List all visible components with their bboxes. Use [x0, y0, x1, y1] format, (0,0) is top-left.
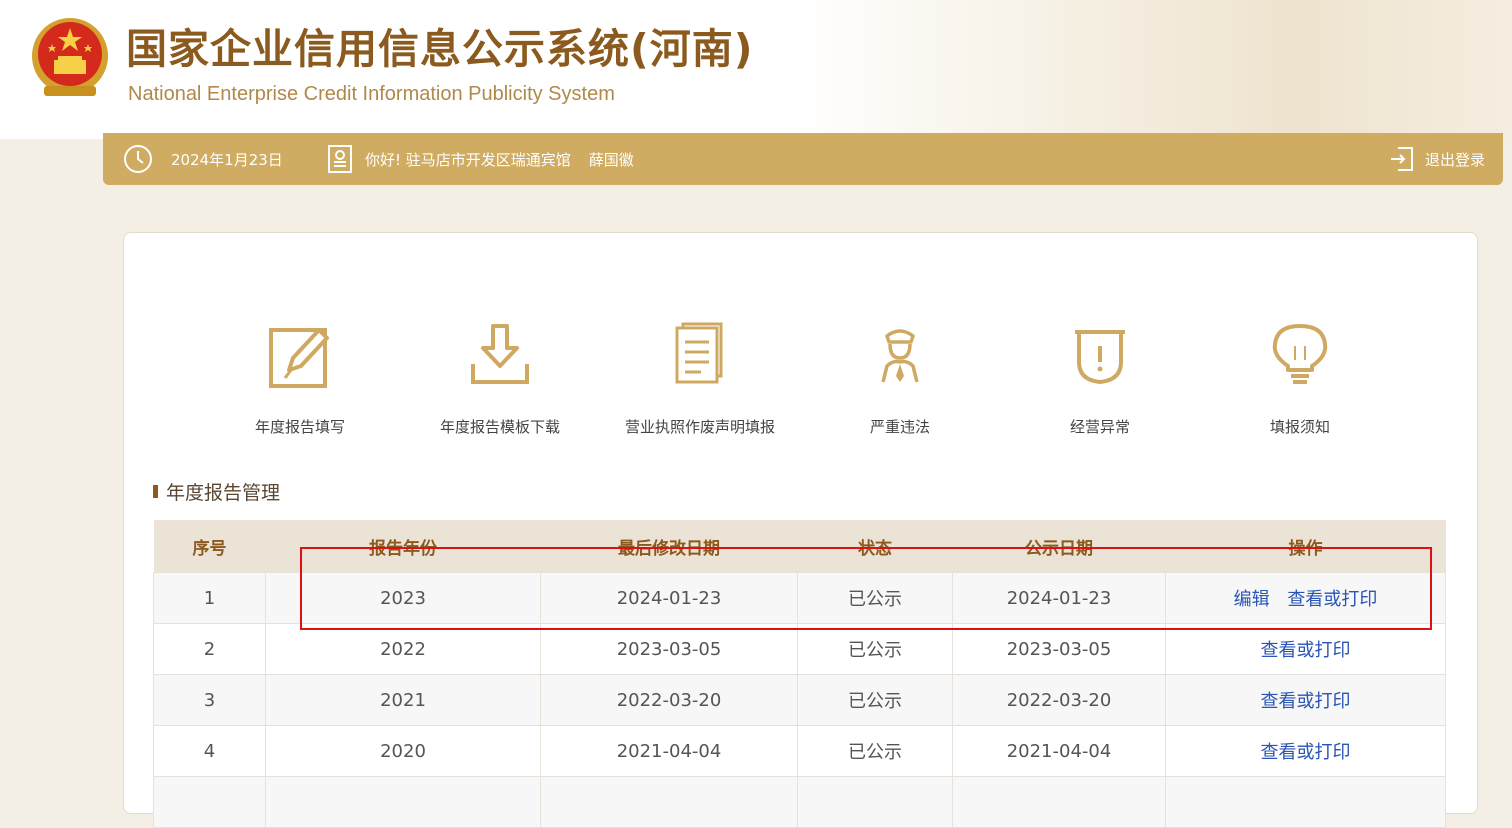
user-name: 薛国徽 [588, 150, 634, 169]
section-title: 年度报告管理 [153, 478, 280, 504]
download-icon [471, 324, 529, 384]
column-header-year: 报告年份 [265, 520, 541, 573]
table-header-row: 序号 报告年份 最后修改日期 状态 公示日期 操作 [153, 520, 1446, 573]
quick-action-label: 严重违法 [869, 418, 930, 436]
cell-status: 已公示 [797, 623, 953, 675]
cell-no: 1 [153, 572, 266, 624]
header-mountain-background [792, 0, 1512, 139]
column-header-actions: 操作 [1165, 520, 1446, 573]
column-header-status: 状态 [797, 520, 953, 573]
quick-action-annual-report-fill[interactable]: 年度报告填写 [200, 320, 400, 440]
document-icon [675, 322, 723, 384]
cell-actions: 查看或打印 [1165, 623, 1446, 675]
cell-status: 已公示 [797, 674, 953, 726]
quick-action-label: 营业执照作废声明填报 [624, 418, 775, 436]
cell-year: 2021 [265, 674, 541, 726]
quick-action-label: 年度报告填写 [254, 418, 345, 436]
cell-year: 2020 [265, 725, 541, 777]
cell-status: 已公示 [797, 725, 953, 777]
cell-modified: 2023-03-05 [540, 623, 798, 675]
annual-report-table: 序号 报告年份 最后修改日期 状态 公示日期 操作 1 2023 2024-01… [153, 520, 1446, 828]
column-header-no: 序号 [153, 520, 266, 573]
table-row: 1 2023 2024-01-23 已公示 2024-01-23 编辑 查看或打… [153, 572, 1446, 624]
logout-label: 退出登录 [1424, 150, 1485, 169]
site-subtitle: National Enterprise Credit Information P… [128, 83, 615, 105]
quick-action-serious-violation[interactable]: 严重违法 [800, 320, 1000, 440]
cell-published: 2021-04-04 [952, 725, 1166, 777]
view-print-link[interactable]: 查看或打印 [1261, 691, 1351, 712]
cell-no: 3 [153, 674, 266, 726]
cell-modified: 2024-01-23 [540, 572, 798, 624]
cell-year: 2023 [265, 572, 541, 624]
section-title-text: 年度报告管理 [166, 481, 281, 504]
quick-action-filing-notice[interactable]: 填报须知 [1200, 320, 1400, 440]
logout-icon [1390, 147, 1413, 171]
logout-button[interactable]: 退出登录 [1389, 133, 1485, 185]
quick-action-label: 年度报告模板下载 [439, 418, 560, 436]
quick-action-label: 经营异常 [1069, 418, 1130, 436]
national-emblem-icon [32, 18, 108, 96]
quick-action-business-abnormal[interactable]: 经营异常 [1000, 320, 1200, 440]
cell-year: 2022 [265, 623, 541, 675]
view-print-link[interactable]: 查看或打印 [1261, 742, 1351, 763]
view-print-link[interactable]: 查看或打印 [1261, 640, 1351, 661]
table-row: 3 2021 2022-03-20 已公示 2022-03-20 查看或打印 [153, 674, 1446, 726]
cell-actions: 编辑 查看或打印 [1165, 572, 1446, 624]
quick-action-template-download[interactable]: 年度报告模板下载 [400, 320, 600, 440]
date-display: 2024年1月23日 [123, 133, 283, 185]
site-header: 国家企业信用信息公示系统(河南) National Enterprise Cre… [0, 0, 1512, 139]
current-date: 2024年1月23日 [171, 150, 283, 169]
table-row: 4 2020 2021-04-04 已公示 2021-04-04 查看或打印 [153, 725, 1446, 777]
lightbulb-icon [1272, 324, 1328, 384]
user-card-icon [328, 145, 352, 173]
alert-icon [1075, 330, 1125, 385]
officer-icon [881, 329, 919, 383]
table-row: 2 2022 2023-03-05 已公示 2023-03-05 查看或打印 [153, 623, 1446, 675]
cell-actions: 查看或打印 [1165, 725, 1446, 777]
quick-action-label: 填报须知 [1269, 418, 1330, 436]
cell-published: 2022-03-20 [952, 674, 1166, 726]
user-info-bar: 2024年1月23日 你好! 驻马店市开发区瑞通宾馆 薛国徽 退出登录 [103, 133, 1503, 185]
user-greeting: 你好! 驻马店市开发区瑞通宾馆 薛国徽 [327, 133, 634, 185]
view-print-link[interactable]: 查看或打印 [1287, 589, 1377, 610]
cell-actions: 查看或打印 [1165, 674, 1446, 726]
cell-published: 2023-03-05 [952, 623, 1166, 675]
quick-action-license-void[interactable]: 营业执照作废声明填报 [600, 320, 800, 440]
table-row [153, 776, 1446, 828]
greeting-text: 你好! 驻马店市开发区瑞通宾馆 [365, 150, 571, 169]
column-header-modified: 最后修改日期 [540, 520, 798, 573]
cell-no: 2 [153, 623, 266, 675]
column-header-published: 公示日期 [952, 520, 1166, 573]
site-title: 国家企业信用信息公示系统(河南) [126, 25, 754, 73]
edit-link[interactable]: 编辑 [1234, 589, 1270, 610]
cell-modified: 2021-04-04 [540, 725, 798, 777]
cell-published: 2024-01-23 [952, 572, 1166, 624]
cell-no: 4 [153, 725, 266, 777]
cell-modified: 2022-03-20 [540, 674, 798, 726]
cell-status: 已公示 [797, 572, 953, 624]
clock-icon [124, 145, 152, 173]
section-marker [153, 484, 158, 498]
edit-icon [269, 328, 329, 388]
